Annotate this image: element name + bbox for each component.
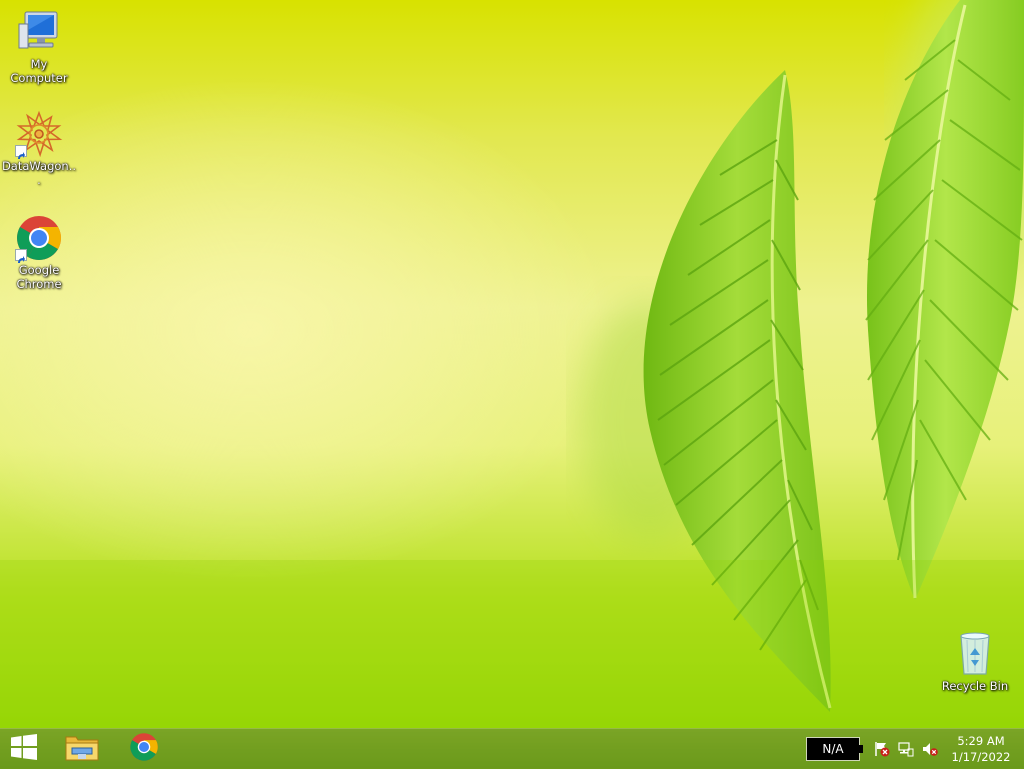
- desktop[interactable]: My Computer DataWagon... Google Chrome R…: [0, 0, 1024, 728]
- desktop-icon-label: My Computer: [10, 57, 68, 85]
- system-clock[interactable]: 5:29 AM 1/17/2022: [944, 733, 1018, 765]
- desktop-icon-label: DataWagon...: [1, 159, 77, 187]
- my-computer-icon: [15, 8, 63, 56]
- network-icon[interactable]: [898, 741, 914, 757]
- desktop-icon-label: Google Chrome: [16, 263, 62, 291]
- language-indicator[interactable]: N/A: [806, 737, 863, 761]
- desktop-icon-my-computer[interactable]: My Computer: [1, 8, 77, 85]
- clock-date: 1/17/2022: [951, 750, 1011, 764]
- taskbar: N/A 5:29 AM 1/17/2022: [0, 728, 1024, 769]
- windows-start-icon: [10, 733, 38, 765]
- taskbar-chrome-button[interactable]: [116, 729, 172, 769]
- wallpaper-leaves: [0, 0, 1024, 728]
- desktop-icon-google-chrome[interactable]: Google Chrome: [1, 214, 77, 291]
- chrome-icon: [129, 732, 159, 766]
- desktop-icon-label: Recycle Bin: [941, 679, 1009, 693]
- start-button[interactable]: [0, 729, 48, 769]
- desktop-icon-recycle-bin[interactable]: Recycle Bin: [937, 630, 1013, 693]
- desktop-icon-datawagon[interactable]: DataWagon...: [1, 110, 77, 187]
- action-center-flag-icon[interactable]: [874, 741, 890, 757]
- shortcut-arrow-icon: [15, 249, 27, 263]
- volume-muted-icon[interactable]: [922, 741, 938, 757]
- shortcut-arrow-icon: [15, 145, 27, 159]
- recycle-bin-icon: [951, 630, 999, 678]
- datawagon-icon: [15, 110, 63, 159]
- taskbar-file-explorer-button[interactable]: [54, 729, 110, 769]
- clock-time: 5:29 AM: [957, 734, 1005, 748]
- chrome-icon: [15, 214, 63, 263]
- file-explorer-icon: [64, 731, 100, 767]
